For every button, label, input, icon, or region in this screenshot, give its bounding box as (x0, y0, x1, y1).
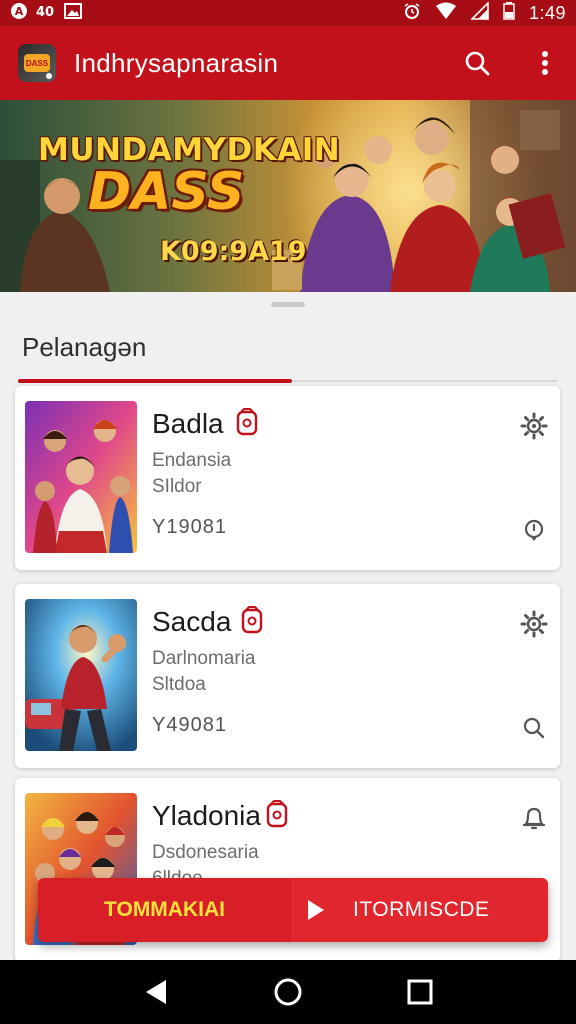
app-logo-text: DASS (24, 54, 50, 72)
status-bar: A 40 1:49 (0, 0, 576, 26)
alarm-icon (403, 2, 421, 24)
item-title: Yladonia (152, 800, 261, 831)
badge-icon (241, 606, 263, 634)
item-subtitle: Darlnomaria (152, 648, 256, 669)
settings-icon[interactable] (520, 412, 548, 440)
cellular-icon (470, 1, 489, 24)
item-number: Y19081 (152, 516, 227, 538)
wifi-icon (435, 2, 457, 24)
tab-indicator-active (18, 379, 292, 383)
more-options-icon[interactable] (530, 48, 560, 78)
item-meta: SIldor (152, 476, 202, 497)
recents-icon[interactable] (403, 975, 437, 1009)
item-subtitle: Endansia (152, 450, 232, 471)
list-item[interactable]: Badla Endansia SIldor Y19081 (15, 386, 560, 570)
item-title: Sacda (152, 606, 232, 637)
settings-icon[interactable] (520, 610, 548, 638)
search-icon[interactable] (522, 716, 546, 740)
play-action-button[interactable]: ITORMISCDE (291, 878, 548, 942)
clock: 1:49 (528, 2, 566, 23)
system-nav-bar (0, 960, 576, 1024)
item-thumbnail (25, 599, 137, 751)
badge-icon (236, 408, 258, 436)
action-bar: TOMMAKIAI ITORMISCDE (38, 878, 548, 942)
location-icon[interactable] (522, 518, 546, 542)
bell-icon[interactable] (520, 804, 548, 832)
svg-text:40: 40 (36, 5, 54, 19)
primary-action-button[interactable]: TOMMAKIAI (38, 878, 291, 942)
tab-indicator-track (18, 379, 558, 383)
item-thumbnail (25, 401, 137, 553)
play-action-label: ITORMISCDE (353, 898, 490, 921)
app-notification-icon: A (10, 2, 28, 24)
sheet-drag-handle[interactable] (271, 302, 305, 307)
app-logo-dot (46, 73, 52, 79)
section-title: Pelanagən (22, 332, 147, 362)
app-logo[interactable]: DASS (18, 44, 56, 82)
image-notification-icon (64, 3, 82, 23)
promo-banner[interactable]: MUNDAMYDKAIN DASS K09:9A19 (0, 100, 576, 292)
banner-subtitle: K09:9A19 (160, 236, 307, 267)
back-icon[interactable] (139, 975, 173, 1009)
item-number: Y49081 (152, 714, 227, 736)
play-icon (301, 895, 331, 925)
battery-icon (503, 2, 515, 24)
item-title: Badla (152, 408, 224, 439)
banner-title-line2: DASS (88, 162, 245, 222)
item-subtitle: Dsdonesaria (152, 842, 259, 863)
item-meta: Sltdoa (152, 674, 206, 695)
search-icon[interactable] (462, 48, 492, 78)
signal-text-icon: 40 (36, 3, 56, 23)
badge-icon (266, 800, 288, 828)
list-item[interactable]: Sacda Darlnomaria Sltdoa Y49081 (15, 584, 560, 768)
home-icon[interactable] (271, 975, 305, 1009)
app-bar: DASS Indhrysapnarasin (0, 26, 576, 100)
app-title: Indhrysapnarasin (74, 47, 279, 78)
svg-text:A: A (15, 5, 24, 18)
